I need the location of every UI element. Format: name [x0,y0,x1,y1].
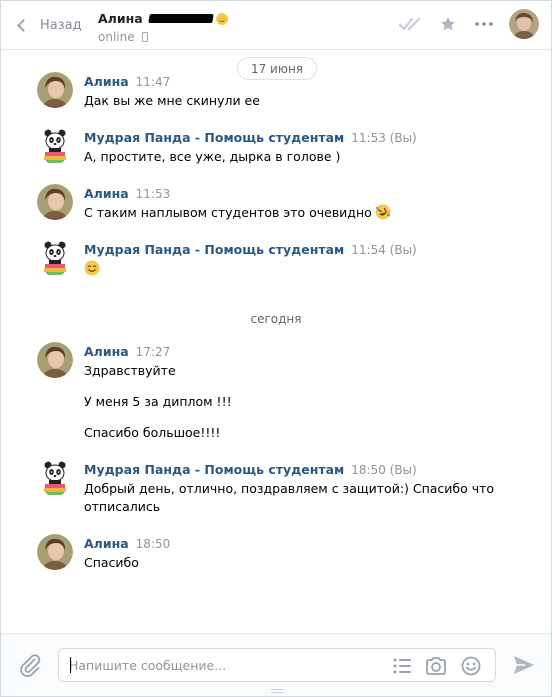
camera-icon[interactable] [425,657,447,675]
rofl-emoji-icon [375,204,391,220]
paperclip-icon[interactable] [18,653,42,677]
message-time[interactable]: 11:47 [136,75,171,89]
message-body: Здравствуйте У меня 5 за диплом !!! Спас… [84,362,232,442]
message-author[interactable]: Алина [84,344,129,359]
resize-handle[interactable] [271,689,283,693]
message-time[interactable]: 11:53 [136,187,171,201]
text-caret [70,657,71,673]
more-icon[interactable] [475,21,493,27]
message-text: Добрый день, отлично, поздравляем с защи… [84,481,495,496]
peer-avatar[interactable] [509,9,539,39]
double-check-icon[interactable] [399,17,425,31]
user-avatar[interactable] [37,184,73,220]
message-header: Мудрая Панда - Помощь студентам 18:50 (Вы… [84,462,417,477]
back-button[interactable]: Назад [15,14,82,36]
message-text: Спасибо [84,555,139,570]
send-icon[interactable] [513,655,535,675]
message-header: Алина 11:53 [84,186,170,201]
message-time[interactable]: 18:50 (Вы) [351,463,416,477]
message-author[interactable]: Алина [84,536,129,551]
peer-status-row: online [98,30,228,44]
message-body: А, простите, все уже, дырка в голове ) [84,148,340,166]
message-time[interactable]: 11:54 (Вы) [351,243,416,257]
composer [1,633,551,696]
message-body: Добрый день, отлично, поздравляем с защи… [84,480,494,516]
peer-info[interactable]: Алина online [98,10,228,44]
message-header: Алина 11:47 [84,74,170,89]
message-body: С таким наплывом студентов это очевидно [84,204,391,222]
list-icon[interactable] [393,658,411,674]
panda-avatar[interactable] [37,128,73,164]
message-time[interactable]: 18:50 [136,537,171,551]
header-actions [399,9,539,39]
smile-emoji-icon [84,260,100,276]
user-avatar[interactable] [37,342,73,378]
message-header: Мудрая Панда - Помощь студентам 11:54 (Вы… [84,242,417,257]
message-text: Здравствуйте [84,363,176,378]
message-author[interactable]: Мудрая Панда - Помощь студентам [84,242,344,257]
message-input-wrapper [58,648,496,682]
panda-avatar[interactable] [37,240,73,276]
message-text: У меня 5 за диплом !!! [84,394,232,409]
message-text: Дак вы же мне скинули ее [84,93,260,108]
message-text: отписались [84,499,161,514]
mobile-phone-icon [141,32,148,42]
message-text: А, простите, все уже, дырка в голове ) [84,149,341,164]
user-avatar[interactable] [37,72,73,108]
user-avatar[interactable] [37,534,73,570]
message-text: С таким наплывом студентов это очевидно [84,205,372,220]
message-text: Спасибо большое!!!! [84,425,221,440]
message-body: Дак вы же мне скинули ее [84,92,260,110]
message-author[interactable]: Мудрая Панда - Помощь студентам [84,130,344,145]
chevron-left-icon [17,18,30,32]
peer-status: online [98,30,135,44]
emoji-icon[interactable] [461,656,481,676]
message-header: Алина 18:50 [84,536,170,551]
smile-emoji-icon [215,12,228,25]
redaction-scribble [147,14,214,23]
star-icon[interactable] [439,15,457,33]
input-actions [379,656,481,676]
message-time[interactable]: 11:53 (Вы) [351,131,416,145]
today-separator: сегодня [250,312,302,326]
message-body: Спасибо [84,554,139,572]
message-author[interactable]: Алина [84,74,129,89]
message-input[interactable] [69,649,369,681]
message-author[interactable]: Мудрая Панда - Помощь студентам [84,462,344,477]
peer-name-row: Алина [98,10,228,27]
message-text-row: С таким наплывом студентов это очевидно [84,204,391,222]
date-pill: 17 июня [237,57,317,80]
message-header: Мудрая Панда - Помощь студентам 11:53 (Вы… [84,130,417,145]
message-header: Алина 17:27 [84,344,170,359]
message-author[interactable]: Алина [84,186,129,201]
message-time[interactable]: 17:27 [136,345,171,359]
chat-header: Назад Алина online [1,1,551,50]
peer-name: Алина [98,11,143,26]
panda-avatar[interactable] [37,460,73,496]
back-label: Назад [40,17,82,33]
message-body [84,260,100,281]
chat-window: Назад Алина online 17 июня Алина 11:47 Д… [0,0,552,697]
